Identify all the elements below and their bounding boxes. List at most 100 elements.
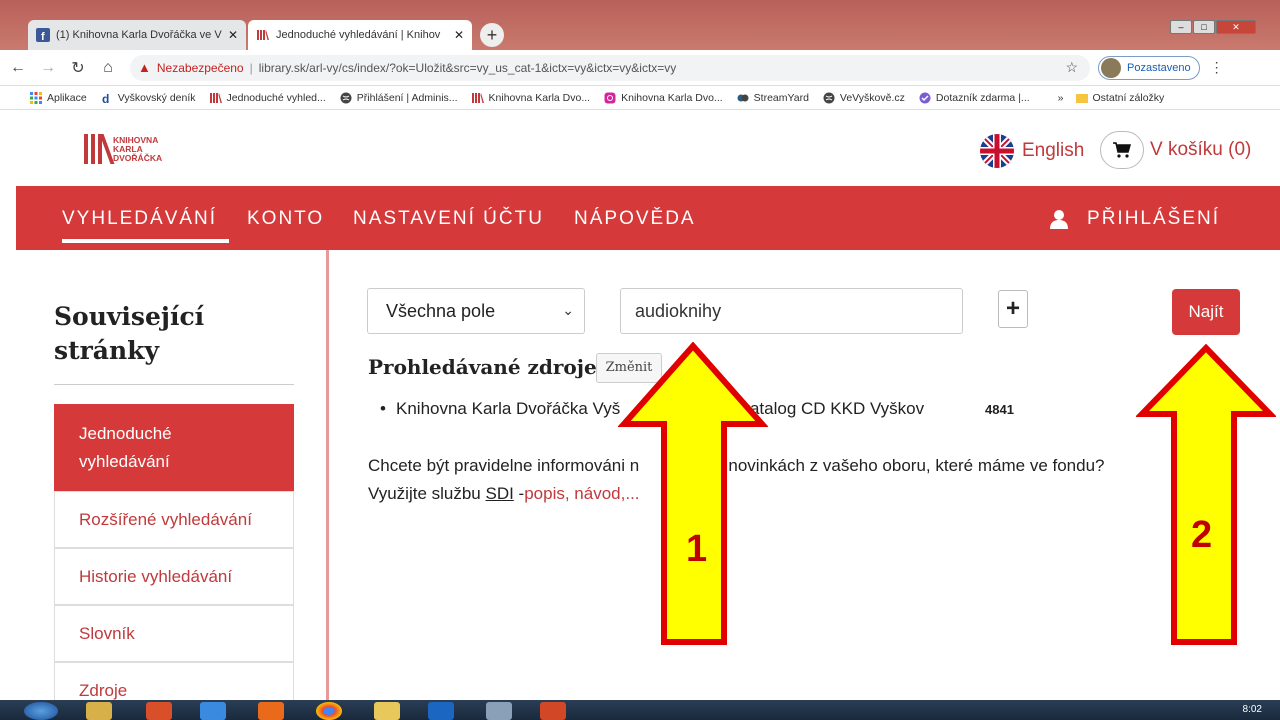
field-select[interactable]: Všechna pole ⌄ [367, 288, 585, 334]
bookmark-item[interactable]: Dotazník zdarma |... [919, 92, 1030, 104]
divider [54, 384, 294, 385]
sidebar-item-label: Historie vyhledávání [79, 566, 233, 586]
bookmark-item[interactable]: VeVyškově.cz [823, 92, 905, 104]
window-close-button[interactable]: ✕ [1216, 20, 1256, 34]
sidebar-item-label: vyhledávání [79, 451, 170, 471]
sidebar-item-simple-search[interactable]: Jednoduché vyhledávání [54, 404, 294, 491]
sdi-abbr: SDI [485, 484, 514, 503]
bookmarks-bar: Aplikace d Vyškovský deník Jednoduché vy… [0, 86, 1280, 110]
sidebar-item-label: Jednoduché [79, 423, 172, 443]
language-switch[interactable]: English [980, 134, 1084, 168]
tab-facebook[interactable]: f (1) Knihovna Karla Dvořáčka ve V ✕ [28, 20, 246, 50]
chevron-down-icon: ⌄ [562, 302, 574, 318]
survey-icon [919, 92, 931, 103]
back-icon[interactable]: ← [6, 59, 30, 77]
bookmarks-overflow-button[interactable]: » [1058, 92, 1064, 104]
login-link[interactable]: PŘIHLÁŠENÍ [1049, 208, 1220, 230]
tab-search[interactable]: Jednoduché vyhledávání | Knihov ✕ [248, 20, 472, 50]
media-player-icon[interactable] [200, 702, 226, 720]
sidebar-item-history[interactable]: Historie vyhledávání [54, 548, 294, 605]
close-tab-icon[interactable]: ✕ [454, 28, 464, 42]
cart-icon [1100, 131, 1144, 169]
active-underline [62, 239, 229, 243]
library-icon [257, 30, 269, 40]
app-icon[interactable] [146, 702, 172, 720]
svg-text:f: f [41, 31, 45, 42]
powerpoint-icon[interactable] [540, 702, 566, 720]
bookmark-item[interactable]: Knihovna Karla Dvo... [471, 92, 590, 104]
bookmark-label: Jednoduché vyhled... [226, 91, 326, 104]
streamyard-icon [737, 94, 749, 101]
search-query: audioknihy [635, 300, 722, 321]
firefox-icon[interactable] [258, 702, 284, 720]
bookmark-label: Knihovna Karla Dvo... [621, 91, 723, 104]
uk-flag-icon [980, 134, 1014, 168]
sources-heading: Prohledávané zdroje [368, 355, 597, 379]
sidebar-divider [326, 250, 329, 700]
search-input[interactable]: audioknihy [620, 288, 963, 334]
source-count: 4841 [985, 402, 1014, 417]
close-tab-icon[interactable]: ✕ [228, 28, 238, 42]
annotation-arrow-2 [1136, 344, 1276, 645]
cart-link[interactable]: V košíku (0) [1100, 131, 1251, 169]
bookmark-label: StreamYard [753, 91, 809, 104]
library-logo[interactable]: KNIHOVNA KARLA DVOŘÁČKA [84, 134, 162, 164]
windows-taskbar [0, 700, 1280, 720]
library-icon [209, 92, 222, 103]
minimize-button[interactable]: – [1170, 20, 1192, 34]
sdi-info-line2: Využijte službu SDI -popis, návod,... [368, 484, 640, 503]
url-text[interactable]: library.sk/arl-vy/cs/index/?ok=Uložit&sr… [259, 61, 677, 75]
security-warning[interactable]: Nezabezpečeno [157, 61, 244, 75]
nav-item-search[interactable]: VYHLEDÁVÁNÍ [62, 208, 217, 230]
chrome-icon[interactable] [316, 702, 342, 720]
bullet: • [380, 399, 386, 418]
sidebar-item-label: Zdroje [79, 680, 128, 700]
annotation-number-1: 1 [686, 528, 708, 570]
globe-icon [340, 92, 352, 103]
annotation-number-2: 2 [1191, 514, 1213, 556]
nav-item-account[interactable]: KONTO [247, 208, 324, 230]
screen: f (1) Knihovna Karla Dvořáčka ve V ✕ Jed… [0, 0, 1280, 720]
denik-icon: d [102, 92, 109, 104]
tab-title: Jednoduché vyhledávání | Knihov [276, 29, 441, 41]
reload-icon[interactable]: ↻ [66, 58, 90, 78]
bookmark-item[interactable]: d Vyškovský deník [101, 92, 196, 104]
sidebar-item-label: Slovník [79, 623, 135, 643]
folder-icon[interactable] [374, 702, 400, 720]
bookmark-star-icon[interactable]: ☆ [1065, 59, 1078, 76]
sidebar-item-dictionary[interactable]: Slovník [54, 605, 294, 662]
bookmark-label: VeVyškově.cz [839, 91, 905, 104]
bookmark-item[interactable]: Knihovna Karla Dvo... [604, 92, 723, 104]
bookmark-item[interactable]: StreamYard [737, 92, 809, 104]
profile-button[interactable]: Pozastaveno [1098, 55, 1200, 80]
explorer-icon[interactable] [86, 702, 112, 720]
address-toolbar: ← → ↻ ⌂ ▲ Nezabezpečeno | library.sk/arl… [0, 50, 1280, 86]
menu-icon[interactable]: ⋮ [1210, 59, 1224, 76]
maximize-button[interactable]: □ [1193, 20, 1215, 34]
nav-item-settings[interactable]: NASTAVENÍ ÚČTU [353, 208, 544, 230]
add-field-button[interactable]: + [998, 290, 1028, 328]
outlook-icon[interactable] [428, 702, 454, 720]
nav-item-help[interactable]: NÁPOVĚDA [574, 208, 696, 230]
home-icon[interactable]: ⌂ [96, 59, 120, 77]
facebook-icon: f [36, 28, 50, 42]
warning-icon[interactable]: ▲ [138, 60, 151, 75]
find-button[interactable]: Najít [1172, 289, 1240, 335]
svg-text:d: d [102, 92, 109, 104]
bookmark-item[interactable]: Přihlášení | Adminis... [340, 92, 458, 104]
bookmark-item[interactable]: Jednoduché vyhled... [209, 91, 326, 104]
app-icon[interactable] [486, 702, 512, 720]
profile-status: Pozastaveno [1127, 61, 1191, 74]
other-bookmarks[interactable]: Ostatní záložky [1075, 92, 1164, 104]
bookmark-label: Aplikace [47, 91, 87, 104]
globe-icon [823, 92, 835, 103]
start-button-icon[interactable] [24, 702, 58, 720]
sidebar-title: Související stránky [54, 302, 205, 365]
forward-icon[interactable]: → [36, 59, 60, 77]
login-label: PŘIHLÁŠENÍ [1087, 208, 1220, 229]
bookmark-item[interactable]: Aplikace [30, 91, 87, 104]
sidebar-item-advanced-search[interactable]: Rozšířené vyhledávání [54, 491, 294, 548]
logo-mark [84, 134, 115, 164]
new-tab-button[interactable]: + [480, 23, 504, 47]
address-bar[interactable]: ▲ Nezabezpečeno | library.sk/arl-vy/cs/i… [130, 54, 1090, 81]
